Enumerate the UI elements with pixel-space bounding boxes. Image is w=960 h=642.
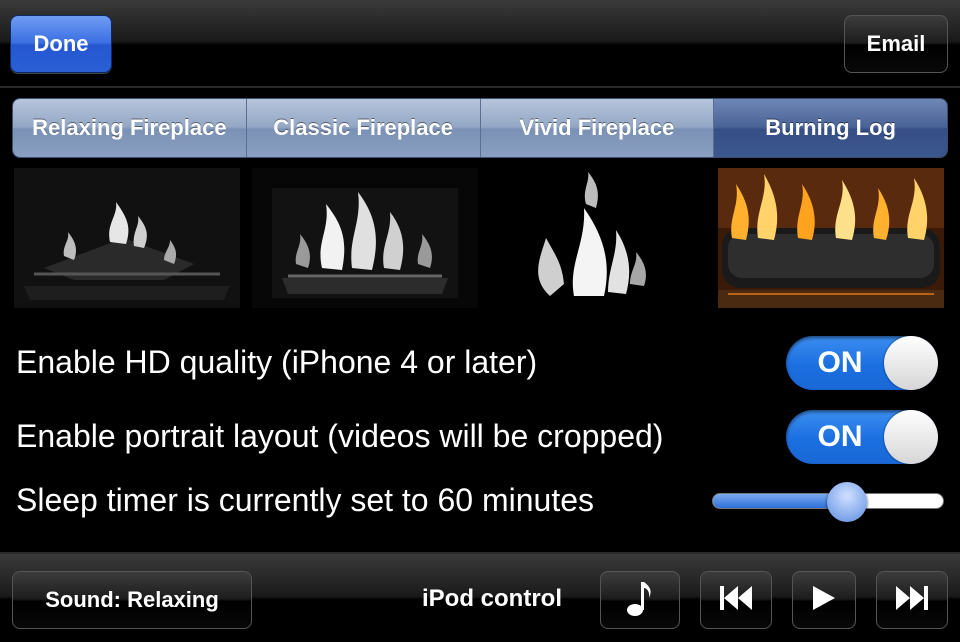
- hd-quality-toggle[interactable]: ON: [786, 336, 938, 390]
- ipod-control-label: iPod control: [422, 585, 562, 612]
- previous-track-icon: [718, 584, 754, 617]
- play-button[interactable]: [792, 571, 856, 629]
- music-note-icon: [625, 578, 655, 623]
- segment-burning-log[interactable]: Burning Log: [714, 99, 947, 157]
- top-navigation-bar: Done Email: [0, 0, 960, 88]
- portrait-layout-label: Enable portrait layout (videos will be c…: [16, 418, 664, 454]
- sleep-timer-label: Sleep timer is currently set to 60 minut…: [16, 482, 595, 518]
- vivid-fireplace-thumbnail[interactable]: [490, 168, 712, 308]
- burning-log-thumbnail[interactable]: [718, 168, 944, 308]
- classic-fireplace-thumbnail[interactable]: [252, 168, 478, 308]
- toggle-knob: [884, 410, 938, 464]
- portrait-layout-toggle[interactable]: ON: [786, 410, 938, 464]
- slider-thumb[interactable]: [826, 482, 867, 522]
- portrait-toggle-state: ON: [817, 420, 863, 453]
- bottom-toolbar: Sound: Relaxing iPod control: [0, 552, 960, 642]
- hd-quality-label: Enable HD quality (iPhone 4 or later): [16, 344, 538, 380]
- next-track-icon: [894, 584, 930, 617]
- toggle-knob: [884, 336, 938, 390]
- hd-toggle-state: ON: [817, 346, 863, 379]
- relaxing-fireplace-thumbnail[interactable]: [14, 168, 240, 308]
- fireplace-segmented-control: Relaxing Fireplace Classic Fireplace Viv…: [12, 98, 948, 158]
- segment-vivid-fireplace[interactable]: Vivid Fireplace: [480, 99, 715, 157]
- done-button[interactable]: Done: [10, 15, 112, 73]
- play-icon: [811, 584, 837, 617]
- music-button[interactable]: [600, 571, 680, 629]
- next-track-button[interactable]: [876, 571, 948, 629]
- segment-classic-fireplace[interactable]: Classic Fireplace: [246, 99, 481, 157]
- email-button[interactable]: Email: [844, 15, 948, 73]
- previous-track-button[interactable]: [700, 571, 772, 629]
- segment-relaxing-fireplace[interactable]: Relaxing Fireplace: [13, 99, 247, 157]
- sound-button[interactable]: Sound: Relaxing: [12, 571, 252, 629]
